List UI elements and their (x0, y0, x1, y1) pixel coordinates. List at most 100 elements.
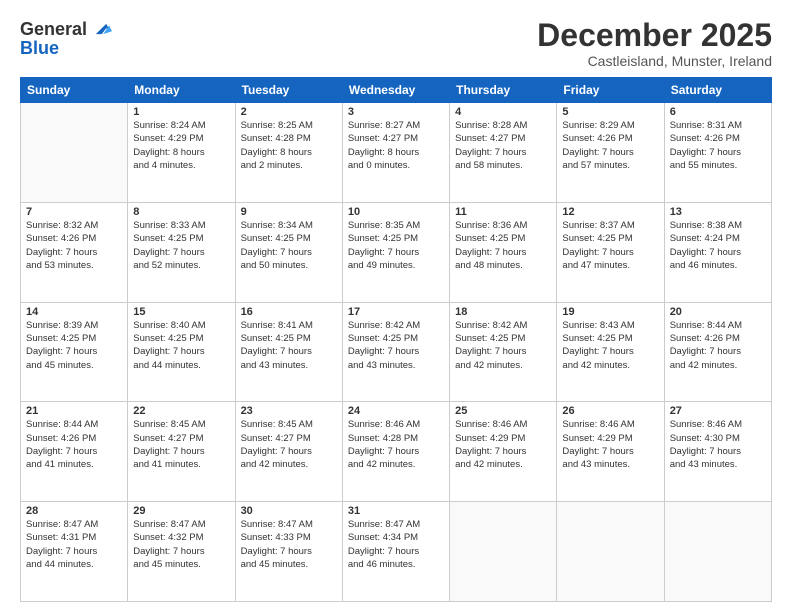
day-info: Sunset: 4:29 PM (562, 432, 658, 445)
day-info: Daylight: 7 hours (241, 345, 337, 358)
calendar-cell: 4Sunrise: 8:28 AMSunset: 4:27 PMDaylight… (450, 103, 557, 203)
day-info: Sunrise: 8:43 AM (562, 319, 658, 332)
day-info: Daylight: 7 hours (562, 146, 658, 159)
day-info: Sunrise: 8:42 AM (348, 319, 444, 332)
day-info: Sunset: 4:27 PM (455, 132, 551, 145)
day-info: Sunset: 4:30 PM (670, 432, 766, 445)
day-info: Sunset: 4:24 PM (670, 232, 766, 245)
day-number: 24 (348, 405, 444, 417)
day-info: and 42 minutes. (455, 359, 551, 372)
day-number: 27 (670, 405, 766, 417)
day-info: Daylight: 7 hours (26, 345, 122, 358)
day-info: Sunset: 4:26 PM (26, 232, 122, 245)
logo-blue-text: Blue (20, 38, 59, 59)
calendar-cell: 30Sunrise: 8:47 AMSunset: 4:33 PMDayligh… (235, 502, 342, 602)
day-info: Sunset: 4:25 PM (562, 232, 658, 245)
day-number: 13 (670, 206, 766, 218)
day-number: 4 (455, 106, 551, 118)
day-info: and 52 minutes. (133, 259, 229, 272)
day-info: Daylight: 7 hours (133, 345, 229, 358)
week-row-4: 28Sunrise: 8:47 AMSunset: 4:31 PMDayligh… (21, 502, 772, 602)
calendar-cell: 11Sunrise: 8:36 AMSunset: 4:25 PMDayligh… (450, 202, 557, 302)
day-info: Sunset: 4:34 PM (348, 531, 444, 544)
day-number: 31 (348, 505, 444, 517)
day-header-saturday: Saturday (664, 78, 771, 103)
day-info: and 45 minutes. (133, 558, 229, 571)
day-info: Sunset: 4:25 PM (562, 332, 658, 345)
day-info: Daylight: 7 hours (455, 445, 551, 458)
day-number: 23 (241, 405, 337, 417)
calendar-cell: 29Sunrise: 8:47 AMSunset: 4:32 PMDayligh… (128, 502, 235, 602)
day-info: Sunset: 4:27 PM (241, 432, 337, 445)
day-info: and 0 minutes. (348, 159, 444, 172)
day-header-sunday: Sunday (21, 78, 128, 103)
day-info: and 41 minutes. (133, 458, 229, 471)
month-title: December 2025 (537, 18, 772, 53)
day-info: and 49 minutes. (348, 259, 444, 272)
day-info: and 4 minutes. (133, 159, 229, 172)
day-info: Daylight: 7 hours (133, 246, 229, 259)
day-info: Sunset: 4:25 PM (241, 232, 337, 245)
day-number: 22 (133, 405, 229, 417)
calendar-cell (664, 502, 771, 602)
day-info: and 46 minutes. (670, 259, 766, 272)
day-number: 28 (26, 505, 122, 517)
day-info: Sunrise: 8:35 AM (348, 219, 444, 232)
day-info: and 44 minutes. (26, 558, 122, 571)
day-number: 30 (241, 505, 337, 517)
day-info: Daylight: 7 hours (26, 545, 122, 558)
day-info: Sunset: 4:25 PM (241, 332, 337, 345)
day-info: and 42 minutes. (241, 458, 337, 471)
day-info: Daylight: 7 hours (455, 246, 551, 259)
day-info: Sunrise: 8:44 AM (670, 319, 766, 332)
day-info: Daylight: 7 hours (348, 545, 444, 558)
day-info: Daylight: 7 hours (133, 445, 229, 458)
calendar-cell (450, 502, 557, 602)
calendar-header-row: SundayMondayTuesdayWednesdayThursdayFrid… (21, 78, 772, 103)
calendar-cell: 2Sunrise: 8:25 AMSunset: 4:28 PMDaylight… (235, 103, 342, 203)
calendar-cell: 15Sunrise: 8:40 AMSunset: 4:25 PMDayligh… (128, 302, 235, 402)
day-info: and 43 minutes. (562, 458, 658, 471)
day-info: Daylight: 7 hours (562, 345, 658, 358)
calendar-cell (21, 103, 128, 203)
calendar-cell: 25Sunrise: 8:46 AMSunset: 4:29 PMDayligh… (450, 402, 557, 502)
day-info: Sunrise: 8:41 AM (241, 319, 337, 332)
day-number: 14 (26, 306, 122, 318)
day-info: Daylight: 7 hours (670, 345, 766, 358)
calendar-cell: 28Sunrise: 8:47 AMSunset: 4:31 PMDayligh… (21, 502, 128, 602)
day-info: Daylight: 7 hours (241, 246, 337, 259)
day-info: Sunset: 4:26 PM (670, 132, 766, 145)
day-info: Sunrise: 8:39 AM (26, 319, 122, 332)
day-info: Sunrise: 8:33 AM (133, 219, 229, 232)
day-info: Sunrise: 8:27 AM (348, 119, 444, 132)
calendar-cell: 16Sunrise: 8:41 AMSunset: 4:25 PMDayligh… (235, 302, 342, 402)
day-info: Daylight: 7 hours (241, 545, 337, 558)
day-number: 15 (133, 306, 229, 318)
day-number: 20 (670, 306, 766, 318)
day-header-friday: Friday (557, 78, 664, 103)
day-info: Sunset: 4:25 PM (455, 332, 551, 345)
day-info: Daylight: 7 hours (133, 545, 229, 558)
day-info: Sunrise: 8:36 AM (455, 219, 551, 232)
day-number: 26 (562, 405, 658, 417)
day-info: Sunset: 4:28 PM (348, 432, 444, 445)
calendar-cell (557, 502, 664, 602)
day-number: 7 (26, 206, 122, 218)
day-info: Sunrise: 8:34 AM (241, 219, 337, 232)
day-info: Sunset: 4:25 PM (348, 332, 444, 345)
day-number: 2 (241, 106, 337, 118)
day-info: Sunset: 4:27 PM (133, 432, 229, 445)
day-info: Sunrise: 8:28 AM (455, 119, 551, 132)
day-number: 5 (562, 106, 658, 118)
calendar-cell: 12Sunrise: 8:37 AMSunset: 4:25 PMDayligh… (557, 202, 664, 302)
day-info: Sunset: 4:25 PM (348, 232, 444, 245)
day-info: Sunrise: 8:24 AM (133, 119, 229, 132)
calendar-cell: 13Sunrise: 8:38 AMSunset: 4:24 PMDayligh… (664, 202, 771, 302)
day-info: Daylight: 7 hours (455, 146, 551, 159)
week-row-0: 1Sunrise: 8:24 AMSunset: 4:29 PMDaylight… (21, 103, 772, 203)
day-info: Sunset: 4:26 PM (562, 132, 658, 145)
day-info: Sunrise: 8:44 AM (26, 418, 122, 431)
day-info: Sunrise: 8:32 AM (26, 219, 122, 232)
calendar-cell: 14Sunrise: 8:39 AMSunset: 4:25 PMDayligh… (21, 302, 128, 402)
day-info: Sunset: 4:29 PM (455, 432, 551, 445)
